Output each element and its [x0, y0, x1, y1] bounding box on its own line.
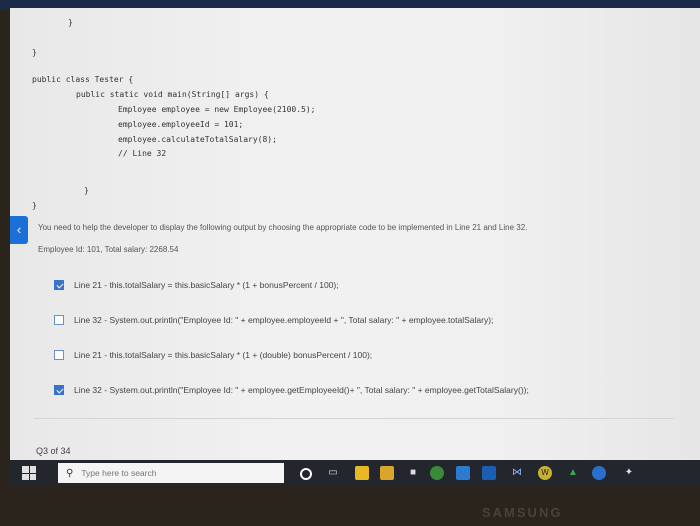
checkbox-checked[interactable] — [54, 280, 64, 290]
checkbox-checked[interactable] — [54, 385, 64, 395]
word-icon[interactable]: W — [538, 466, 552, 480]
option-label: Line 32 - System.out.println("Employee I… — [74, 385, 529, 395]
code-brace: } — [32, 201, 37, 210]
code-line-comment: // Line 32 — [118, 149, 167, 158]
vscode-icon[interactable]: ⋈ — [510, 466, 524, 480]
windows-taskbar: ⚲ ▭ ■ ⋈ W ▲ ✦ — [10, 460, 700, 486]
mail-icon[interactable] — [482, 466, 496, 480]
option-label: Line 32 - System.out.println("Employee I… — [74, 315, 494, 325]
lock-icon[interactable]: ■ — [406, 466, 420, 480]
option-label: Line 21 - this.totalSalary = this.basicS… — [74, 350, 373, 360]
option-3[interactable]: Line 21 - this.totalSalary = this.basicS… — [54, 350, 372, 360]
screen: } } public class Tester { public static … — [10, 8, 700, 460]
monitor-bezel-bottom — [0, 486, 700, 526]
windows-start-icon[interactable] — [22, 466, 36, 480]
file-explorer-icon[interactable] — [355, 466, 369, 480]
cortana-icon[interactable] — [300, 468, 312, 480]
option-4[interactable]: Line 32 - System.out.println("Employee I… — [54, 385, 529, 395]
chrome-icon[interactable] — [430, 466, 444, 480]
divider — [34, 418, 674, 419]
question-prompt: You need to help the developer to displa… — [38, 223, 528, 232]
option-2[interactable]: Line 32 - System.out.println("Employee I… — [54, 315, 493, 325]
search-input[interactable] — [79, 467, 264, 479]
question-counter: Q3 of 34 — [36, 446, 71, 456]
code-brace: } — [84, 186, 89, 195]
brand-logo: SAMSUNG — [482, 505, 563, 520]
code-class-declaration: public class Tester { — [32, 75, 134, 84]
green-app-icon[interactable]: ▲ — [566, 466, 580, 480]
code-line-new-employee: Employee employee = new Employee(2100.5)… — [118, 105, 316, 114]
code-brace: } — [68, 18, 73, 27]
code-main-declaration: public static void main(String[] args) { — [76, 90, 269, 99]
edge-icon[interactable] — [592, 466, 606, 480]
taskbar-search[interactable]: ⚲ — [58, 463, 284, 483]
code-line-calculate: employee.calculateTotalSalary(8); — [118, 135, 277, 144]
search-icon: ⚲ — [66, 467, 74, 479]
task-view-icon[interactable]: ▭ — [326, 466, 340, 480]
option-1[interactable]: Line 21 - this.totalSalary = this.basicS… — [54, 280, 339, 290]
store-icon[interactable] — [380, 466, 394, 480]
code-brace: } — [32, 48, 37, 57]
checkbox-unchecked[interactable] — [54, 315, 64, 325]
previous-arrow-icon[interactable]: ‹ — [10, 216, 28, 244]
translate-icon[interactable]: ✦ — [622, 466, 636, 480]
expected-output: Employee Id: 101, Total salary: 2268.54 — [38, 245, 179, 254]
app-icon[interactable] — [456, 466, 470, 480]
option-label: Line 21 - this.totalSalary = this.basicS… — [74, 280, 339, 290]
checkbox-unchecked[interactable] — [54, 350, 64, 360]
code-line-employee-id: employee.employeeId = 101; — [118, 120, 244, 129]
